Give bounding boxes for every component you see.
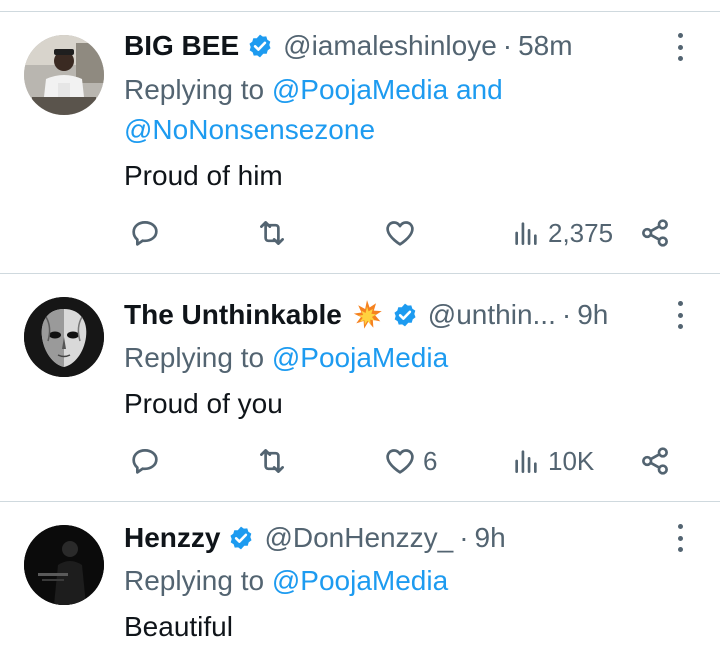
reply-icon <box>132 449 158 474</box>
timestamp[interactable]: 9h <box>475 522 506 554</box>
like-icon <box>386 221 414 246</box>
retweet-icon <box>260 221 284 245</box>
verified-badge-icon <box>394 303 416 327</box>
like-count: 6 <box>423 445 438 476</box>
more-icon[interactable] <box>672 33 688 61</box>
avatar-photo <box>24 35 104 115</box>
separator-dot: · <box>561 299 572 330</box>
avatar-photo <box>24 525 104 605</box>
separator-dot: · <box>502 30 513 61</box>
replying-prefix: Replying to <box>124 74 272 105</box>
action-bar: 6 10K <box>0 441 720 481</box>
views-icon <box>515 450 537 473</box>
tweet-header: The Unthinkable @unthin... · 9h <box>124 295 608 335</box>
like-button[interactable] <box>383 213 423 253</box>
view-count: 10K <box>548 445 595 476</box>
replying-to: Replying to @PoojaMedia and <box>124 70 503 110</box>
like-icon <box>386 449 414 474</box>
collision-emoji <box>353 300 382 329</box>
share-icon <box>642 219 668 247</box>
display-name[interactable]: The Unthinkable <box>124 299 342 331</box>
mention-link[interactable]: @PoojaMedia and <box>272 74 503 105</box>
action-bar: 2,375 <box>0 213 720 253</box>
like-button[interactable]: 6 <box>383 441 437 481</box>
views-button[interactable]: 2,375 <box>510 213 613 253</box>
timestamp[interactable]: 9h <box>577 299 608 331</box>
avatar[interactable] <box>24 525 104 605</box>
replying-prefix: Replying to <box>124 342 272 373</box>
views-button[interactable]: 10K <box>510 441 594 481</box>
retweet-icon <box>260 449 284 473</box>
tweet-divider <box>0 273 720 274</box>
avatar[interactable] <box>24 35 104 115</box>
share-button[interactable] <box>638 213 672 253</box>
replying-prefix: Replying to <box>124 565 272 596</box>
handle[interactable]: @iamaleshinloye <box>283 30 497 62</box>
view-count: 2,375 <box>548 217 614 248</box>
reply-button[interactable] <box>128 441 162 481</box>
timestamp[interactable]: 58m <box>518 30 572 62</box>
views-icon <box>515 222 537 245</box>
replying-to: Replying to @PoojaMedia <box>124 561 448 601</box>
separator-dot: · <box>459 522 469 553</box>
mention-link[interactable]: @NoNonsensezone <box>124 114 375 145</box>
more-icon[interactable] <box>672 301 688 329</box>
verified-badge-icon <box>249 34 271 58</box>
avatar-mask-image <box>24 297 104 377</box>
more-icon[interactable] <box>672 524 688 552</box>
avatar[interactable] <box>24 297 104 377</box>
reply-icon <box>132 221 158 246</box>
retweet-button[interactable] <box>254 213 290 253</box>
replying-to-cont: @NoNonsensezone <box>124 110 375 150</box>
retweet-button[interactable] <box>254 441 290 481</box>
tweet-header: BIG BEE @iamaleshinloye · 58m <box>124 26 573 66</box>
tweet-text: Proud of you <box>124 388 283 419</box>
top-divider <box>0 11 720 12</box>
verified-badge-icon <box>230 526 252 550</box>
mention-link[interactable]: @PoojaMedia <box>272 565 448 596</box>
display-name[interactable]: Henzzy <box>124 522 220 554</box>
share-icon <box>642 447 668 475</box>
display-name[interactable]: BIG BEE <box>124 30 239 62</box>
handle[interactable]: @DonHenzzy_ <box>264 522 453 554</box>
tweet-divider <box>0 501 720 502</box>
replying-to: Replying to @PoojaMedia <box>124 338 448 378</box>
tweet-text: Proud of him <box>124 160 283 191</box>
share-button[interactable] <box>638 441 672 481</box>
tweet-text: Beautiful <box>124 611 233 642</box>
reply-button[interactable] <box>128 213 162 253</box>
mention-link[interactable]: @PoojaMedia <box>272 342 448 373</box>
tweet-header: Henzzy @DonHenzzy_ · 9h <box>124 518 506 558</box>
handle[interactable]: @unthin... <box>428 299 556 331</box>
